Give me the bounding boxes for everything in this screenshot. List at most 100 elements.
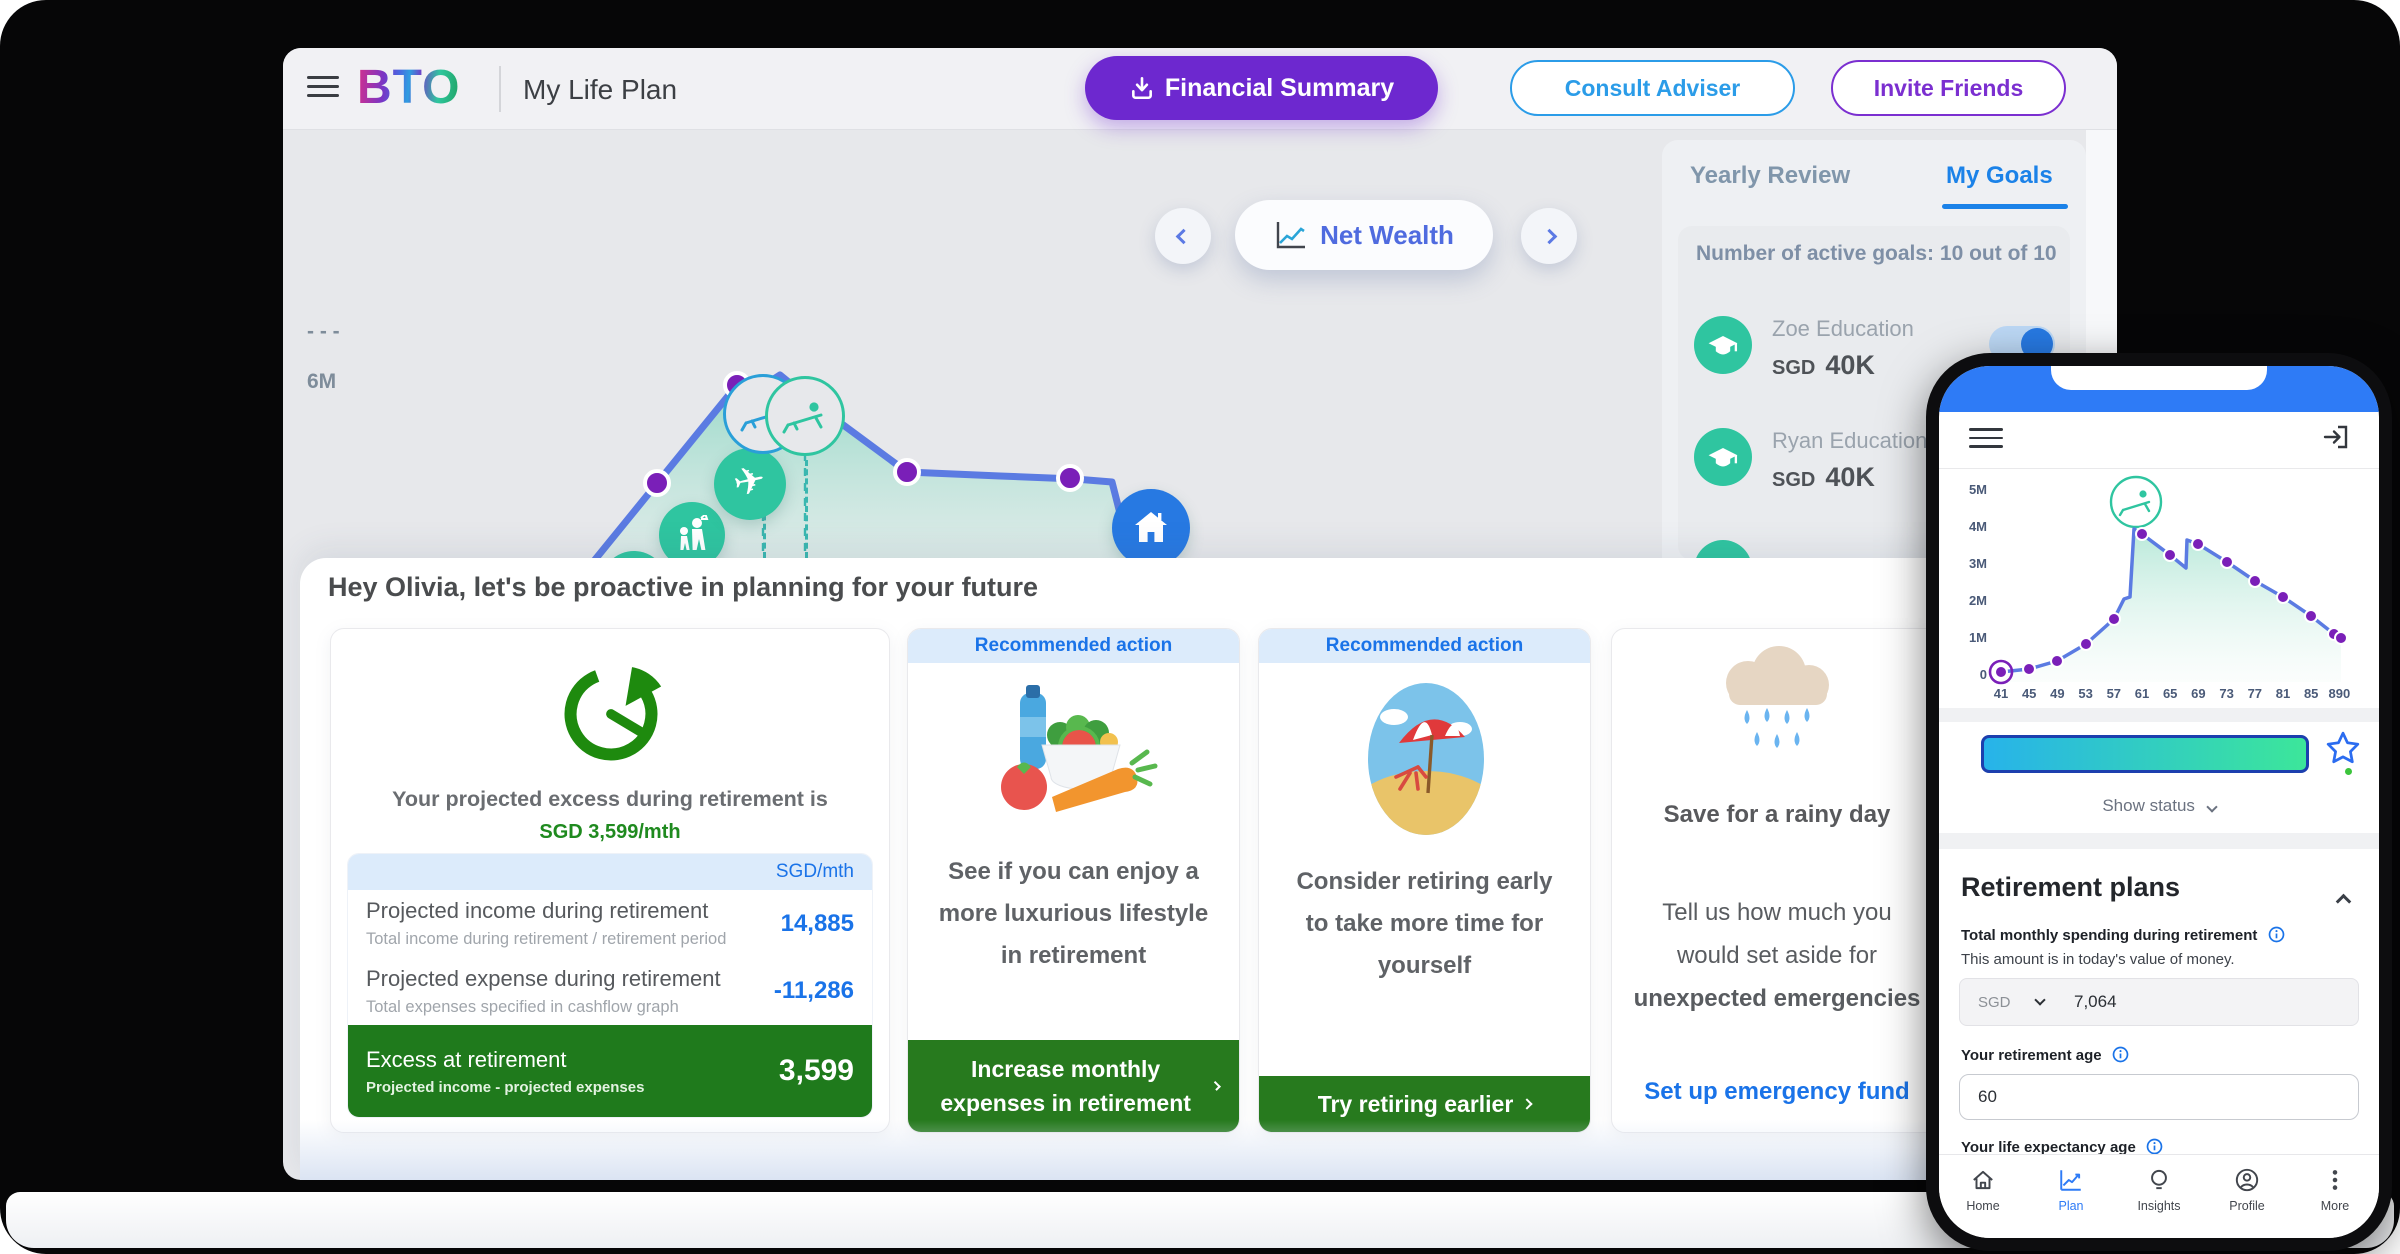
milestone-sell-house[interactable] <box>1112 489 1190 567</box>
divider <box>1939 468 2379 469</box>
milestone-dot[interactable] <box>645 471 669 495</box>
x-axis-label: 61 <box>2135 686 2149 701</box>
financial-summary-button[interactable]: Financial Summary <box>1085 56 1438 120</box>
x-axis-label: 69 <box>2191 686 2205 701</box>
chart-dot[interactable] <box>2277 591 2289 603</box>
notification-dot <box>2345 768 2352 775</box>
retirement-dash-line-2 <box>805 460 808 558</box>
increase-expenses-button[interactable]: Increase monthly expenses in retirement <box>908 1040 1239 1132</box>
milestone-travel[interactable]: ✈ <box>714 448 786 520</box>
nav-label: Profile <box>2229 1199 2264 1213</box>
line-chart-icon <box>1274 219 1308 251</box>
chart-dot[interactable] <box>2108 613 2120 625</box>
x-axis-label: 45 <box>2022 686 2036 701</box>
nav-home[interactable]: Home <box>1939 1155 2027 1238</box>
menu-icon[interactable] <box>1969 428 2003 448</box>
financial-summary-label: Financial Summary <box>1165 74 1394 103</box>
chart-next-button[interactable] <box>1521 208 1577 264</box>
info-icon[interactable] <box>2146 1138 2163 1155</box>
row-title: Projected income during retirement <box>366 898 726 924</box>
y-axis-label: 1M <box>1969 630 1987 645</box>
nav-more[interactable]: More <box>2291 1155 2379 1238</box>
goal-currency: SGD <box>1772 469 1815 491</box>
menu-icon[interactable] <box>307 76 339 97</box>
chart-dot[interactable] <box>2335 632 2347 644</box>
logout-icon[interactable] <box>2321 422 2351 457</box>
beach-illustration <box>1366 681 1486 837</box>
tab-yearly-review[interactable]: Yearly Review <box>1690 162 1850 190</box>
milestone-dot[interactable] <box>895 460 919 484</box>
groceries-illustration <box>990 685 1160 817</box>
family-icon <box>672 515 712 555</box>
retirement-age-label: Your retirement age <box>1961 1046 2129 1064</box>
download-icon <box>1129 75 1155 101</box>
retirement-plans-heading: Retirement plans <box>1961 872 2180 903</box>
chart-dot[interactable] <box>2080 638 2092 650</box>
consult-adviser-button[interactable]: Consult Adviser <box>1510 60 1795 116</box>
chart-dot[interactable] <box>2164 549 2176 561</box>
row-title: Projected expense during retirement <box>366 966 721 992</box>
button-label: Try retiring earlier <box>1318 1087 1514 1122</box>
chart-dot[interactable] <box>1995 666 2007 678</box>
page-title: My Life Plan <box>523 74 677 106</box>
airplane-icon: ✈ <box>724 458 776 510</box>
chart-prev-button[interactable] <box>1155 208 1211 264</box>
nav-profile[interactable]: Profile <box>2203 1155 2291 1238</box>
x-axis-label: 73 <box>2219 686 2233 701</box>
screenshot-stage: - - - 6M 4M <box>0 0 2400 1254</box>
net-wealth-pill[interactable]: Net Wealth <box>1235 200 1493 270</box>
excess-caption: Your projected excess during retirement … <box>331 787 889 812</box>
info-icon[interactable] <box>2112 1046 2129 1063</box>
milestone-retirement-hers[interactable] <box>765 376 845 456</box>
chart-dot[interactable] <box>2305 610 2317 622</box>
home-icon <box>1970 1167 1996 1193</box>
nav-plan[interactable]: Plan <box>2027 1155 2115 1238</box>
pie-chart-icon <box>556 659 666 769</box>
phone-net-wealth-chart: 5M4M3M2M1M0414549535761656973778185890 <box>1953 472 2365 702</box>
nav-insights[interactable]: Insights <box>2115 1155 2203 1238</box>
chart-dot[interactable] <box>2023 663 2035 675</box>
retirement-age-input[interactable] <box>1959 1074 2359 1120</box>
show-status-toggle[interactable]: Show status <box>1939 796 2379 816</box>
net-wealth-chart-zone: - - - 6M 4M <box>283 130 1662 560</box>
laptop-screen: - - - 6M 4M <box>283 48 2117 1180</box>
milestone-dot[interactable] <box>1058 466 1082 490</box>
card-luxurious-lifestyle: Recommended action S <box>907 628 1240 1133</box>
try-retiring-earlier-button[interactable]: Try retiring earlier <box>1259 1076 1590 1132</box>
table-total-row: Excess at retirement Projected income - … <box>348 1025 872 1117</box>
goal-amount: SGD40K <box>1772 350 1875 381</box>
lounger-icon <box>781 396 829 436</box>
card-text: Tell us how much you would set aside for… <box>1612 891 1942 1021</box>
currency-select[interactable]: SGD <box>1978 994 2022 1011</box>
chart-dot[interactable] <box>2221 556 2233 568</box>
chart-dot[interactable] <box>2249 575 2261 587</box>
x-axis-label: 41 <box>1994 686 2008 701</box>
retirement-age-label-text: Your retirement age <box>1961 1047 2102 1064</box>
chart-dot[interactable] <box>2136 528 2148 540</box>
y-axis-label: 5M <box>1969 482 1987 497</box>
info-icon[interactable] <box>2268 926 2285 943</box>
collapse-section-button[interactable] <box>2338 892 2349 912</box>
status-gradient-bar[interactable] <box>1981 735 2309 773</box>
chart-dot[interactable] <box>2192 538 2204 550</box>
card-text: Consider retiring early to take more tim… <box>1259 861 1590 987</box>
row-value: -11,286 <box>774 977 854 1005</box>
invite-friends-button[interactable]: Invite Friends <box>1831 60 2066 116</box>
x-axis-label: 57 <box>2107 686 2121 701</box>
net-wealth-label: Net Wealth <box>1320 220 1454 251</box>
tab-my-goals[interactable]: My Goals <box>1946 162 2053 190</box>
phone-notch <box>2051 366 2267 390</box>
phone-bottom-nav: Home Plan Insights <box>1939 1154 2379 1238</box>
excess-table: SGD/mth Projected income during retireme… <box>347 853 873 1118</box>
chart-dot[interactable] <box>2051 655 2063 667</box>
recommended-action-badge: Recommended action <box>908 629 1239 663</box>
svg-text:✈: ✈ <box>730 458 770 506</box>
spending-input[interactable]: SGD 7,064 <box>1959 978 2359 1026</box>
y-axis-label: 4M <box>1969 519 1987 534</box>
chevron-right-icon <box>1522 1098 1533 1109</box>
star-icon[interactable] <box>2325 730 2361 771</box>
nav-label: More <box>2321 1199 2349 1213</box>
y-axis-label-6m: 6M <box>307 370 336 394</box>
set-up-emergency-fund-link[interactable]: Set up emergency fund <box>1612 1078 1942 1106</box>
total-value: 3,599 <box>779 1054 854 1088</box>
